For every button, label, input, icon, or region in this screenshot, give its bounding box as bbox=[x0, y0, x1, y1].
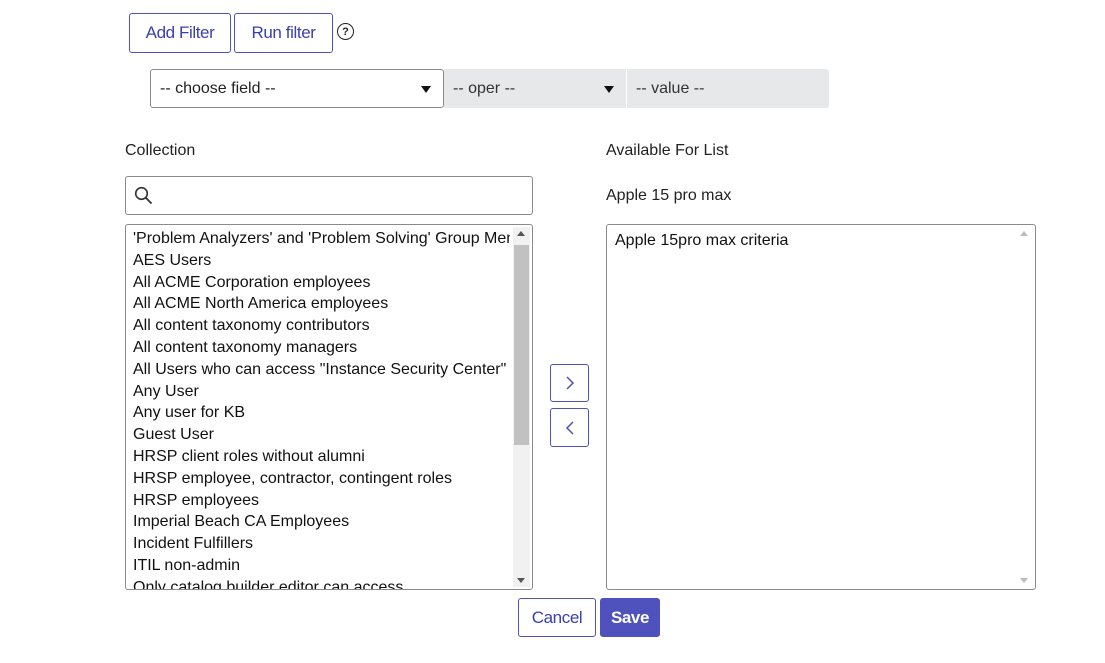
chevron-left-icon bbox=[565, 420, 574, 435]
save-button[interactable]: Save bbox=[600, 598, 660, 637]
chevron-right-icon bbox=[565, 376, 574, 390]
collection-list: 'Problem Analyzers' and 'Problem Solving… bbox=[133, 228, 510, 589]
collection-search-input[interactable] bbox=[125, 176, 533, 215]
available-scrollbar[interactable] bbox=[1016, 227, 1033, 587]
cancel-button[interactable]: Cancel bbox=[518, 598, 596, 637]
collection-label: Collection bbox=[125, 142, 196, 159]
choose-field-select[interactable]: -- choose field -- bbox=[150, 69, 444, 108]
add-filter-button[interactable]: Add Filter bbox=[129, 13, 231, 53]
list-item[interactable]: All ACME Corporation employees bbox=[133, 272, 510, 294]
move-left-button[interactable] bbox=[550, 408, 589, 447]
value-placeholder: -- value -- bbox=[636, 79, 705, 97]
list-item[interactable]: Any user for KB bbox=[133, 402, 510, 424]
list-item[interactable]: All content taxonomy contributors bbox=[133, 315, 510, 337]
scroll-down-icon[interactable] bbox=[1020, 578, 1028, 583]
help-circle-icon[interactable]: ? bbox=[337, 23, 354, 40]
oper-select[interactable]: -- oper -- bbox=[444, 69, 626, 108]
list-item[interactable]: HRSP employees bbox=[133, 490, 510, 512]
available-listbox[interactable]: Apple 15pro max criteria bbox=[606, 224, 1036, 590]
collection-listbox[interactable]: 'Problem Analyzers' and 'Problem Solving… bbox=[125, 224, 533, 590]
list-item[interactable]: Any User bbox=[133, 381, 510, 403]
list-item[interactable]: 'Problem Analyzers' and 'Problem Solving… bbox=[133, 228, 510, 250]
list-item[interactable]: ITIL non-admin bbox=[133, 555, 510, 577]
list-item[interactable]: All ACME North America employees bbox=[133, 293, 510, 315]
list-item[interactable]: HRSP employee, contractor, contingent ro… bbox=[133, 468, 510, 490]
list-item[interactable]: All Users who can access "Instance Secur… bbox=[133, 359, 510, 381]
list-item[interactable]: Imperial Beach CA Employees bbox=[133, 511, 510, 533]
chevron-down-icon bbox=[604, 85, 614, 93]
move-right-button[interactable] bbox=[550, 364, 589, 402]
scrollbar-thumb[interactable] bbox=[514, 245, 529, 445]
scroll-down-icon[interactable] bbox=[517, 578, 525, 583]
list-item[interactable]: Only catalog builder editor can access bbox=[133, 577, 510, 589]
list-item[interactable]: HRSP client roles without alumni bbox=[133, 446, 510, 468]
list-item[interactable]: Guest User bbox=[133, 424, 510, 446]
list-item[interactable]: Apple 15pro max criteria bbox=[615, 230, 1013, 252]
list-item[interactable]: All content taxonomy managers bbox=[133, 337, 510, 359]
chevron-down-icon bbox=[421, 85, 431, 93]
run-filter-button[interactable]: Run filter bbox=[234, 13, 333, 53]
value-input[interactable]: -- value -- bbox=[627, 69, 829, 108]
search-icon bbox=[134, 186, 152, 204]
available-for-list-label: Available For List bbox=[606, 142, 729, 159]
list-item[interactable]: Incident Fulfillers bbox=[133, 533, 510, 555]
available-list: Apple 15pro max criteria bbox=[615, 230, 1013, 252]
scroll-up-icon[interactable] bbox=[1020, 231, 1028, 236]
collection-scrollbar[interactable] bbox=[513, 227, 530, 587]
choose-field-value: -- choose field -- bbox=[160, 79, 276, 97]
oper-value: -- oper -- bbox=[453, 79, 516, 97]
scroll-up-icon[interactable] bbox=[517, 231, 525, 236]
available-subtitle: Apple 15 pro max bbox=[606, 187, 732, 204]
list-item[interactable]: AES Users bbox=[133, 250, 510, 272]
